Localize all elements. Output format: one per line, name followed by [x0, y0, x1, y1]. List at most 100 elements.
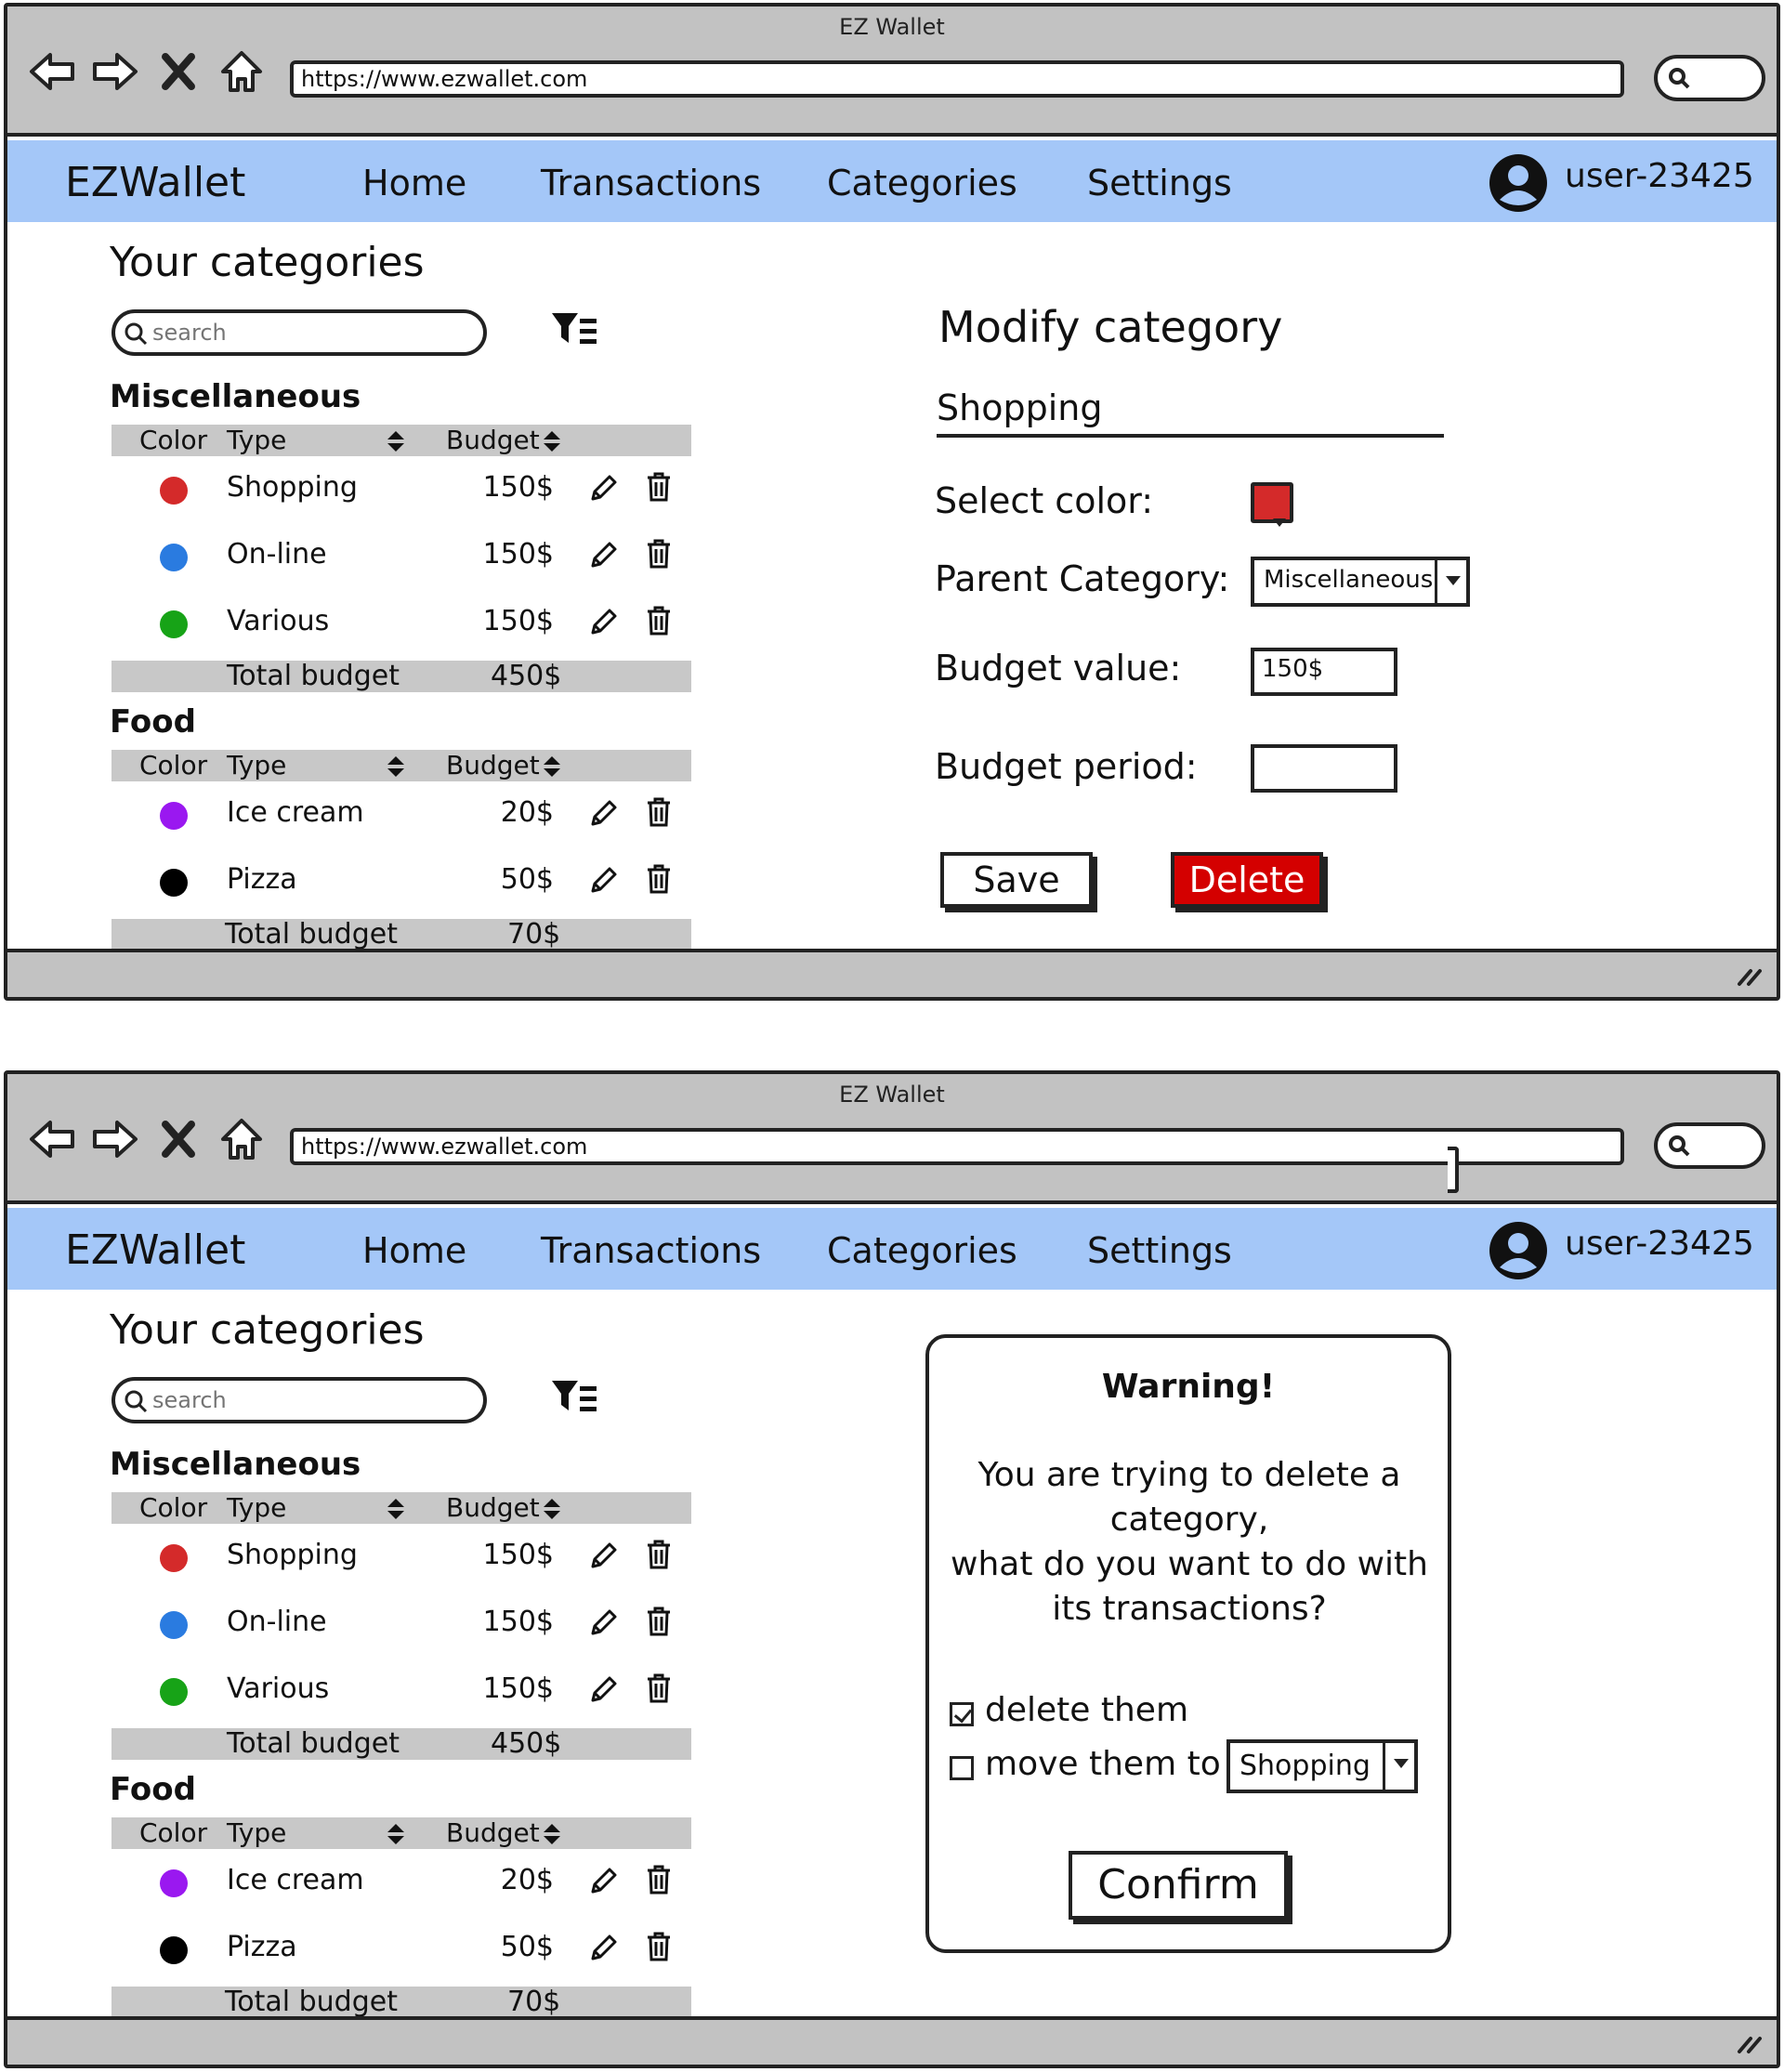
browser-search-field[interactable]	[1654, 1122, 1765, 1169]
category-search[interactable]	[112, 309, 487, 356]
browser-titlebar: EZ Wallet https://www.ezwallet.com	[7, 1074, 1777, 1204]
stop-x-icon[interactable]	[154, 1115, 203, 1163]
sort-icon[interactable]	[543, 1823, 561, 1845]
trash-icon[interactable]	[645, 1539, 673, 1570]
table-row[interactable]: Pizza 50$	[112, 1921, 691, 1977]
trash-icon[interactable]	[645, 471, 673, 503]
pencil-icon[interactable]	[587, 1607, 619, 1639]
move-them-label[interactable]: move them to	[985, 1745, 1221, 1783]
col-budget[interactable]: Budget	[446, 425, 540, 456]
resize-grip-icon[interactable]	[1736, 2033, 1764, 2055]
pencil-icon[interactable]	[587, 1866, 619, 1897]
user-avatar-icon[interactable]	[1489, 153, 1548, 213]
col-type[interactable]: Type	[227, 1817, 286, 1849]
search-input[interactable]	[152, 1384, 468, 1416]
back-arrow-icon[interactable]	[28, 1115, 76, 1163]
forward-arrow-icon[interactable]	[91, 47, 139, 96]
forward-arrow-icon[interactable]	[91, 1115, 139, 1163]
col-budget[interactable]: Budget	[446, 750, 540, 781]
category-search[interactable]	[112, 1377, 487, 1423]
col-type[interactable]: Type	[227, 750, 286, 781]
chevron-down-icon[interactable]	[1435, 560, 1466, 603]
trash-icon[interactable]	[645, 1931, 673, 1962]
filter-icon[interactable]	[550, 311, 598, 348]
pencil-icon[interactable]	[587, 1933, 619, 1964]
total-label: Total budget	[227, 660, 400, 692]
pencil-icon[interactable]	[587, 1541, 619, 1572]
pencil-icon[interactable]	[587, 865, 619, 897]
table-row[interactable]: Ice cream 20$	[112, 1855, 691, 1910]
color-picker[interactable]	[1251, 482, 1293, 527]
sort-icon[interactable]	[543, 755, 561, 778]
trash-icon[interactable]	[645, 1606, 673, 1637]
modify-title: Modify category	[938, 302, 1283, 352]
pencil-icon[interactable]	[587, 607, 619, 638]
sort-icon[interactable]	[387, 1823, 405, 1845]
delete-button[interactable]: Delete	[1171, 852, 1323, 908]
categories-heading: Your categories	[110, 1306, 425, 1354]
stop-x-icon[interactable]	[154, 47, 203, 96]
save-button[interactable]: Save	[940, 852, 1093, 908]
nav-settings[interactable]: Settings	[1087, 1230, 1232, 1271]
nav-transactions[interactable]: Transactions	[541, 1230, 761, 1271]
table-row[interactable]: Shopping 150$	[112, 462, 691, 518]
col-type[interactable]: Type	[227, 1492, 286, 1524]
home-icon[interactable]	[217, 1115, 266, 1163]
table-row[interactable]: Pizza 50$	[112, 854, 691, 910]
trash-icon[interactable]	[645, 605, 673, 636]
pencil-icon[interactable]	[587, 473, 619, 505]
user-avatar-icon[interactable]	[1489, 1221, 1548, 1280]
sort-icon[interactable]	[543, 1498, 561, 1520]
budget-value-input[interactable]: 150$	[1251, 648, 1397, 696]
sort-icon[interactable]	[387, 755, 405, 778]
nav-home[interactable]: Home	[362, 1230, 466, 1271]
budget-period-input[interactable]	[1251, 744, 1397, 793]
back-arrow-icon[interactable]	[28, 47, 76, 96]
brand-logo[interactable]: EZWallet	[65, 1226, 245, 1274]
col-type[interactable]: Type	[227, 425, 286, 456]
trash-icon[interactable]	[645, 1864, 673, 1895]
filter-icon[interactable]	[550, 1379, 598, 1416]
table-row[interactable]: On-line 150$	[112, 1596, 691, 1652]
sort-icon[interactable]	[543, 430, 561, 452]
delete-them-label[interactable]: delete them	[985, 1691, 1188, 1729]
col-budget[interactable]: Budget	[446, 1817, 540, 1849]
sort-icon[interactable]	[387, 1498, 405, 1520]
table-row[interactable]: Ice cream 20$	[112, 787, 691, 843]
nav-categories[interactable]: Categories	[827, 1230, 1017, 1271]
username[interactable]: user-23425	[1565, 1225, 1754, 1263]
username[interactable]: user-23425	[1565, 157, 1754, 195]
table-row[interactable]: Shopping 150$	[112, 1529, 691, 1585]
table-total: Total budget 70$	[112, 1987, 691, 2018]
move-target-select[interactable]: Shopping	[1226, 1739, 1418, 1793]
pencil-icon[interactable]	[587, 798, 619, 830]
category-name-field[interactable]: Shopping	[937, 382, 1444, 438]
col-budget[interactable]: Budget	[446, 1492, 540, 1524]
confirm-button[interactable]: Confirm	[1069, 1851, 1288, 1920]
nav-home[interactable]: Home	[362, 163, 466, 203]
nav-transactions[interactable]: Transactions	[541, 163, 761, 203]
chevron-down-icon[interactable]	[1383, 1743, 1414, 1790]
trash-icon[interactable]	[645, 1672, 673, 1704]
sort-icon[interactable]	[387, 430, 405, 452]
address-bar[interactable]: https://www.ezwallet.com	[290, 1128, 1624, 1165]
table-row[interactable]: Various 150$	[112, 596, 691, 651]
browser-search-field[interactable]	[1654, 55, 1765, 101]
pencil-icon[interactable]	[587, 1674, 619, 1706]
table-row[interactable]: Various 150$	[112, 1663, 691, 1719]
trash-icon[interactable]	[645, 863, 673, 895]
home-icon[interactable]	[217, 47, 266, 96]
delete-them-checkbox[interactable]	[950, 1702, 974, 1726]
nav-categories[interactable]: Categories	[827, 163, 1017, 203]
move-them-checkbox[interactable]	[950, 1756, 974, 1780]
brand-logo[interactable]: EZWallet	[65, 159, 245, 206]
table-row[interactable]: On-line 150$	[112, 529, 691, 584]
trash-icon[interactable]	[645, 538, 673, 570]
search-input[interactable]	[152, 317, 468, 348]
address-bar[interactable]: https://www.ezwallet.com	[290, 60, 1624, 98]
nav-settings[interactable]: Settings	[1087, 163, 1232, 203]
parent-category-select[interactable]: Miscellaneous	[1251, 557, 1470, 607]
resize-grip-icon[interactable]	[1736, 965, 1764, 988]
pencil-icon[interactable]	[587, 540, 619, 571]
trash-icon[interactable]	[645, 796, 673, 828]
